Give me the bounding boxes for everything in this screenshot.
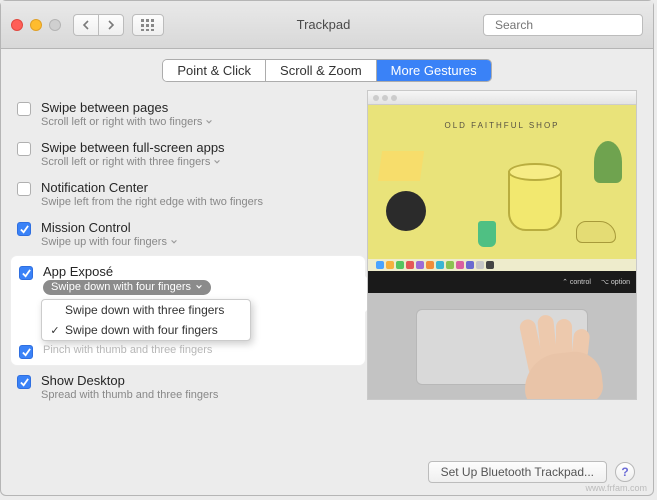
preview-item-bucket <box>508 171 562 231</box>
dropdown-label: Swipe down with three fingers <box>65 303 224 317</box>
selector-value: Swipe down with four fingers <box>51 281 191 293</box>
option-sub-menu[interactable]: Swipe up with four fingers <box>41 236 178 248</box>
footer: Set Up Bluetooth Trackpad... ? <box>428 461 635 483</box>
preview-dock <box>368 259 636 271</box>
option-subtitle: Scroll left or right with two fingers <box>41 116 202 128</box>
close-icon[interactable] <box>11 19 23 31</box>
forward-button[interactable] <box>98 14 124 36</box>
option-sub-menu[interactable]: Scroll left or right with three fingers <box>41 156 225 168</box>
bluetooth-trackpad-button[interactable]: Set Up Bluetooth Trackpad... <box>428 461 607 483</box>
chevron-down-icon <box>213 158 221 166</box>
option-mission-control: Mission Control Swipe up with four finge… <box>17 214 357 254</box>
search-field[interactable] <box>483 14 643 36</box>
preview-item-flask <box>478 221 496 247</box>
help-button[interactable]: ? <box>615 462 635 482</box>
main-area: Swipe between pages Scroll left or right… <box>1 90 653 407</box>
toolbar: Trackpad <box>1 1 653 49</box>
preview-browser-chrome <box>368 91 636 105</box>
option-title: Swipe between pages <box>41 100 213 115</box>
option-title: Show Desktop <box>41 373 218 388</box>
grid-icon <box>141 19 155 31</box>
chevron-left-icon <box>82 20 90 30</box>
dropdown-label: Swipe down with four fingers <box>65 323 218 337</box>
dropdown-item-three-fingers[interactable]: Swipe down with three fingers <box>42 300 250 320</box>
preview-item-cloth <box>378 151 424 181</box>
checkbox-launchpad[interactable] <box>19 345 33 359</box>
checkbox-swipe-pages[interactable] <box>17 102 31 116</box>
nav-segment <box>73 14 124 36</box>
option-title: Swipe between full-screen apps <box>41 140 225 155</box>
option-title: Notification Center <box>41 180 263 195</box>
traffic-lights <box>11 19 61 31</box>
tab-scroll-zoom[interactable]: Scroll & Zoom <box>266 60 377 81</box>
preview-item-plant <box>594 141 622 183</box>
option-sub-menu[interactable]: Scroll left or right with two fingers <box>41 116 213 128</box>
window-title: Trackpad <box>172 17 475 32</box>
tab-group: Point & Click Scroll & Zoom More Gesture… <box>162 59 491 82</box>
preview-screen: OLD FAITHFUL SHOP <box>368 91 636 271</box>
tab-point-click[interactable]: Point & Click <box>163 60 266 81</box>
tabs-row: Point & Click Scroll & Zoom More Gesture… <box>1 49 653 90</box>
option-subtitle: Swipe left from the right edge with two … <box>41 196 263 208</box>
minimize-icon[interactable] <box>30 19 42 31</box>
option-subtitle: Swipe up with four fingers <box>41 236 167 248</box>
show-all-button[interactable] <box>132 14 164 36</box>
preview-item-pan <box>386 191 426 231</box>
checkbox-notification-center[interactable] <box>17 182 31 196</box>
option-title: App Exposé <box>43 264 211 279</box>
chevron-down-icon <box>195 283 203 291</box>
checkbox-show-desktop[interactable] <box>17 375 31 389</box>
dropdown-item-four-fingers[interactable]: ✓ Swipe down with four fingers <box>42 320 250 340</box>
option-show-desktop: Show Desktop Spread with thumb and three… <box>17 367 357 407</box>
chevron-down-icon <box>205 118 213 126</box>
chevron-right-icon <box>107 20 115 30</box>
preview-page-title: OLD FAITHFUL SHOP <box>368 121 636 130</box>
check-icon: ✓ <box>50 324 60 337</box>
touchbar-key-option: ⌥ option <box>601 278 630 286</box>
option-title: Mission Control <box>41 220 178 235</box>
option-swipe-apps: Swipe between full-screen apps Scroll le… <box>17 134 357 174</box>
tab-more-gestures[interactable]: More Gestures <box>377 60 491 81</box>
covered-option-text: Pinch with thumb and three fingers <box>43 344 212 356</box>
gesture-preview: OLD FAITHFUL SHOP ⌃ control ⌥ option <box>367 90 637 400</box>
search-input[interactable] <box>495 18 650 32</box>
touchbar-key-control: ⌃ control <box>562 278 591 286</box>
option-subtitle: Spread with thumb and three fingers <box>41 389 218 401</box>
preview-hand <box>492 327 602 400</box>
checkbox-app-expose[interactable] <box>19 266 33 280</box>
chevron-down-icon <box>170 238 178 246</box>
back-button[interactable] <box>73 14 98 36</box>
option-subtitle: Scroll left or right with three fingers <box>41 156 210 168</box>
option-swipe-pages: Swipe between pages Scroll left or right… <box>17 94 357 134</box>
preferences-window: Trackpad Point & Click Scroll & Zoom Mor… <box>0 0 654 496</box>
preview-item-shoe <box>576 221 616 243</box>
watermark: www.frfam.com <box>585 483 647 493</box>
option-notification-center: Notification Center Swipe left from the … <box>17 174 357 214</box>
app-expose-selector[interactable]: Swipe down with four fingers <box>43 280 211 295</box>
preview-trackpad-area <box>368 293 636 399</box>
app-expose-popover: App Exposé Swipe down with four fingers … <box>11 256 365 365</box>
checkbox-mission-control[interactable] <box>17 222 31 236</box>
zoom-icon[interactable] <box>49 19 61 31</box>
options-list: Swipe between pages Scroll left or right… <box>17 90 357 407</box>
preview-touchbar: ⌃ control ⌥ option <box>368 271 636 293</box>
app-expose-dropdown: Swipe down with three fingers ✓ Swipe do… <box>41 299 251 341</box>
checkbox-swipe-apps[interactable] <box>17 142 31 156</box>
